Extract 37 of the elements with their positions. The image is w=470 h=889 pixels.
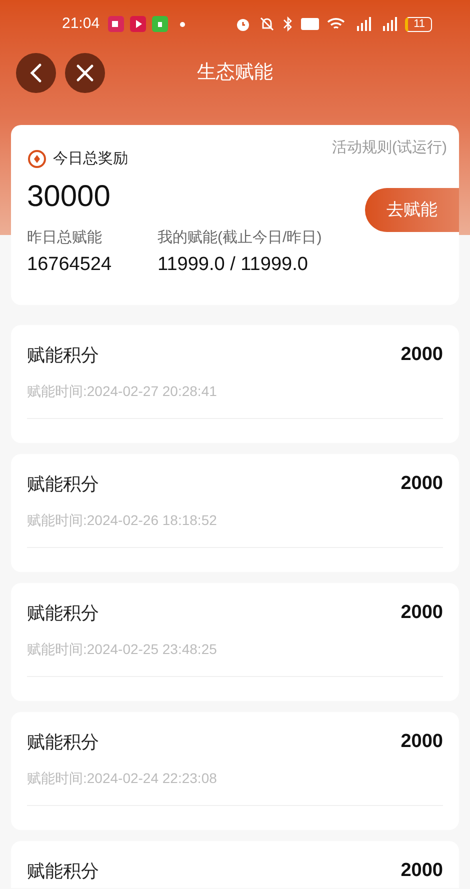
bluetooth-icon bbox=[282, 16, 293, 32]
back-icon bbox=[29, 63, 43, 83]
reward-label: 今日总奖励 bbox=[53, 149, 128, 169]
reward-total: 30000 bbox=[27, 178, 110, 214]
back-button[interactable] bbox=[16, 53, 56, 93]
stat-label: 我的赋能(截止今日/昨日) bbox=[158, 228, 322, 248]
stat-value: 11999.0 / 11999.0 bbox=[158, 253, 308, 277]
battery-indicator: 11 bbox=[404, 16, 432, 32]
alarm-icon bbox=[234, 16, 251, 32]
stat-value: 16764524 bbox=[27, 253, 112, 277]
record-title: 赋能积分 bbox=[27, 603, 99, 623]
record-time: 赋能时间:2024-02-24 22:23:08 bbox=[27, 769, 217, 788]
coin-icon bbox=[27, 149, 47, 170]
record-title: 赋能积分 bbox=[27, 474, 99, 494]
record-amount: 2000 bbox=[400, 345, 443, 365]
record-title: 赋能积分 bbox=[27, 732, 99, 752]
record-amount: 2000 bbox=[400, 861, 443, 881]
play-app-icon bbox=[130, 16, 146, 32]
page-title: 生态赋能 bbox=[197, 60, 273, 85]
wifi-icon bbox=[326, 17, 345, 31]
record-time: 赋能时间:2024-02-27 20:28:41 bbox=[27, 382, 217, 401]
record-amount: 2000 bbox=[400, 603, 443, 623]
stat-label: 昨日总赋能 bbox=[27, 228, 102, 248]
record-amount: 2000 bbox=[400, 474, 443, 494]
mute-bell-icon bbox=[258, 16, 275, 32]
record-time: 赋能时间:2024-02-26 18:18:52 bbox=[27, 511, 217, 530]
record-title: 赋能积分 bbox=[27, 861, 99, 881]
record-amount: 2000 bbox=[400, 732, 443, 752]
dot-icon bbox=[180, 22, 185, 26]
record-time: 赋能时间:2024-02-25 23:48:25 bbox=[27, 640, 217, 659]
close-icon bbox=[76, 64, 94, 82]
rules-link[interactable]: 活动规则(试运行) bbox=[332, 137, 447, 160]
status-time: 21:04 bbox=[62, 14, 100, 34]
app-icon bbox=[152, 16, 168, 32]
close-button[interactable] bbox=[65, 53, 105, 93]
record-title: 赋能积分 bbox=[27, 345, 99, 365]
empower-button[interactable]: 去赋能 bbox=[365, 188, 459, 232]
